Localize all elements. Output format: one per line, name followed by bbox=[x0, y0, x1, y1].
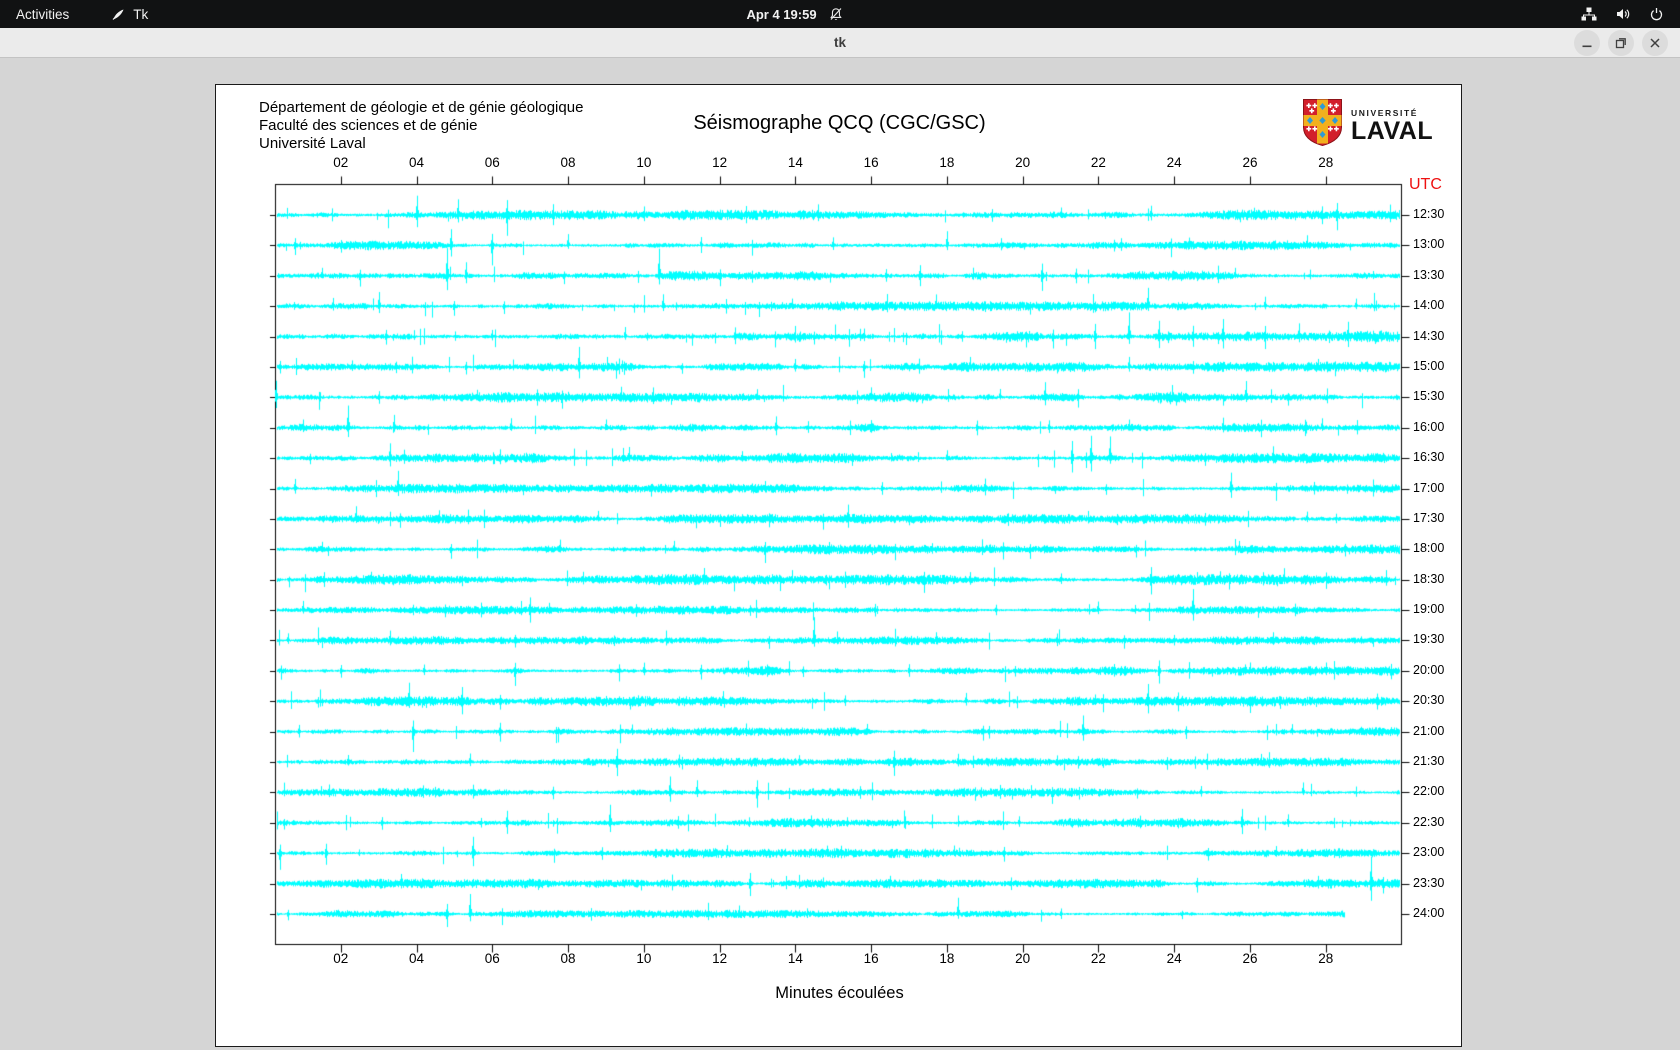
window-title: tk bbox=[0, 28, 1680, 58]
utc-axis-label: UTC bbox=[1409, 176, 1442, 194]
utc-time-label: 18:00 bbox=[1413, 541, 1444, 555]
utc-time-label: 14:30 bbox=[1413, 329, 1444, 343]
x-tick-label-top: 10 bbox=[629, 155, 659, 170]
utc-time-label: 15:00 bbox=[1413, 359, 1444, 373]
x-tick-label-top: 20 bbox=[1008, 155, 1038, 170]
volume-icon bbox=[1615, 6, 1631, 22]
close-button[interactable] bbox=[1642, 30, 1668, 56]
seismograph-canvas-area: Département de géologie et de génie géol… bbox=[215, 84, 1462, 1047]
x-tick-label-top: 12 bbox=[705, 155, 735, 170]
x-tick-label-top: 22 bbox=[1083, 155, 1113, 170]
utc-time-label: 22:00 bbox=[1413, 784, 1444, 798]
x-tick-label-top: 14 bbox=[780, 155, 810, 170]
x-tick-label-top: 16 bbox=[856, 155, 886, 170]
utc-time-label: 21:00 bbox=[1413, 724, 1444, 738]
top-bar: Activities Tk Apr 4 19:59 bbox=[0, 0, 1680, 28]
x-tick-label-top: 24 bbox=[1159, 155, 1189, 170]
utc-time-label: 20:00 bbox=[1413, 663, 1444, 677]
x-tick-label-top: 26 bbox=[1235, 155, 1265, 170]
utc-time-label: 23:00 bbox=[1413, 845, 1444, 859]
x-tick-label-bottom: 22 bbox=[1083, 951, 1113, 966]
activities-button[interactable]: Activities bbox=[0, 0, 85, 28]
utc-time-label: 20:30 bbox=[1413, 693, 1444, 707]
x-tick-label-top: 08 bbox=[553, 155, 583, 170]
utc-time-label: 13:30 bbox=[1413, 268, 1444, 282]
x-tick-label-bottom: 12 bbox=[705, 951, 735, 966]
x-tick-label-top: 18 bbox=[932, 155, 962, 170]
x-tick-label-bottom: 20 bbox=[1008, 951, 1038, 966]
notifications-disabled-icon bbox=[829, 7, 844, 22]
x-tick-label-bottom: 16 bbox=[856, 951, 886, 966]
utc-time-label: 21:30 bbox=[1413, 754, 1444, 768]
x-tick-label-top: 02 bbox=[326, 155, 356, 170]
x-tick-label-bottom: 26 bbox=[1235, 951, 1265, 966]
tk-window-content: Département de géologie et de génie géol… bbox=[0, 59, 1680, 1050]
x-tick-label-top: 04 bbox=[402, 155, 432, 170]
x-tick-label-bottom: 02 bbox=[326, 951, 356, 966]
wired-network-icon bbox=[1581, 6, 1597, 22]
window-controls bbox=[1574, 30, 1668, 56]
minimize-button[interactable] bbox=[1574, 30, 1600, 56]
x-tick-label-bottom: 08 bbox=[553, 951, 583, 966]
x-axis-title: Minutes écoulées bbox=[216, 984, 1463, 1003]
x-tick-label-bottom: 18 bbox=[932, 951, 962, 966]
maximize-button[interactable] bbox=[1608, 30, 1634, 56]
app-indicator-label: Tk bbox=[133, 7, 148, 22]
x-tick-label-bottom: 14 bbox=[780, 951, 810, 966]
x-tick-label-bottom: 24 bbox=[1159, 951, 1189, 966]
activities-label: Activities bbox=[16, 7, 69, 22]
seismograph-plot: UTC Minutes écoulées 02 02 04 04 06 06 08 08 10 1… bbox=[216, 85, 1463, 1048]
utc-time-label: 16:30 bbox=[1413, 450, 1444, 464]
window-title-bar[interactable]: tk bbox=[0, 28, 1680, 58]
x-tick-label-bottom: 10 bbox=[629, 951, 659, 966]
utc-time-label: 15:30 bbox=[1413, 389, 1444, 403]
utc-time-label: 17:00 bbox=[1413, 481, 1444, 495]
x-tick-label-top: 06 bbox=[477, 155, 507, 170]
clock-text: Apr 4 19:59 bbox=[746, 7, 816, 22]
system-status-area[interactable] bbox=[1581, 0, 1680, 28]
utc-time-label: 19:00 bbox=[1413, 602, 1444, 616]
utc-time-label: 14:00 bbox=[1413, 298, 1444, 312]
clock-button[interactable]: Apr 4 19:59 bbox=[746, 0, 843, 28]
utc-time-label: 22:30 bbox=[1413, 815, 1444, 829]
x-tick-label-bottom: 06 bbox=[477, 951, 507, 966]
x-tick-label-top: 28 bbox=[1311, 155, 1341, 170]
utc-time-label: 12:30 bbox=[1413, 207, 1444, 221]
app-indicator-tk[interactable]: Tk bbox=[103, 0, 156, 28]
utc-time-label: 13:00 bbox=[1413, 237, 1444, 251]
x-tick-label-bottom: 04 bbox=[402, 951, 432, 966]
tk-feather-icon bbox=[111, 7, 125, 21]
utc-time-label: 24:00 bbox=[1413, 906, 1444, 920]
utc-time-label: 19:30 bbox=[1413, 632, 1444, 646]
utc-time-label: 17:30 bbox=[1413, 511, 1444, 525]
x-tick-label-bottom: 28 bbox=[1311, 951, 1341, 966]
power-icon bbox=[1649, 7, 1664, 22]
utc-time-label: 18:30 bbox=[1413, 572, 1444, 586]
utc-time-label: 23:30 bbox=[1413, 876, 1444, 890]
seismograph-traces-canvas bbox=[216, 85, 1463, 1048]
utc-time-label: 16:00 bbox=[1413, 420, 1444, 434]
top-bar-left: Activities Tk bbox=[0, 0, 156, 28]
